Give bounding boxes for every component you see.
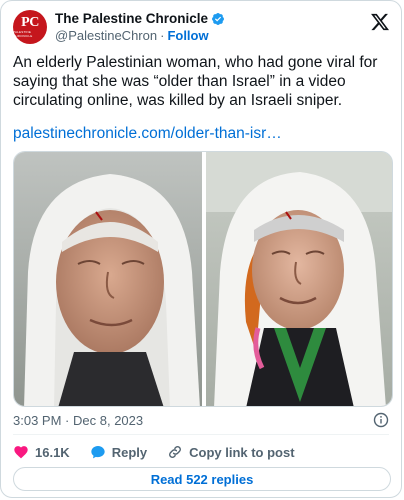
x-logo-icon[interactable] [369, 11, 391, 33]
reply-button[interactable]: Reply [90, 444, 147, 460]
photo-elderly-woman-right[interactable] [206, 152, 393, 407]
avatar-brand: PALESTINE CHRONICLE [13, 30, 33, 38]
read-replies-button[interactable]: Read 522 replies [13, 467, 391, 491]
timestamp-separator: · [65, 413, 70, 428]
timestamp[interactable]: 3:03 PM · Dec 8, 2023 [13, 413, 143, 428]
timestamp-date: Dec 8, 2023 [73, 413, 144, 428]
handle-row: @PalestineChron · Follow [55, 28, 225, 43]
like-button[interactable]: 16.1K [13, 444, 70, 460]
divider [13, 434, 389, 435]
avatar-initials: PC [21, 15, 39, 30]
follow-button[interactable]: Follow [167, 28, 208, 43]
photo-elderly-woman-left[interactable] [14, 152, 202, 407]
tweet-link[interactable]: palestinechronicle.com/older-than-isr… [13, 125, 282, 143]
tweet-text: An elderly Palestinian woman, who had go… [13, 54, 378, 109]
media-grid[interactable] [13, 151, 393, 407]
author-name-row: The Palestine Chronicle [55, 11, 225, 26]
timestamp-time: 3:03 PM [13, 413, 62, 428]
author-handle[interactable]: @PalestineChron [55, 28, 157, 43]
verified-badge-icon [211, 12, 225, 26]
copy-link-label: Copy link to post [189, 444, 295, 460]
reply-bubble-icon [91, 446, 105, 459]
info-icon[interactable] [373, 412, 389, 428]
link-icon [169, 446, 182, 458]
tweet-card: PC PALESTINE CHRONICLE The Palestine Chr… [0, 0, 402, 498]
author-block: The Palestine Chronicle @PalestineChron ·… [55, 11, 225, 43]
action-bar: 16.1K Reply Copy link to post [13, 443, 315, 461]
tweet-header: PC PALESTINE CHRONICLE The Palestine Chr… [13, 9, 391, 45]
heart-icon [14, 446, 28, 459]
handle-separator: · [160, 28, 165, 43]
author-name[interactable]: The Palestine Chronicle [55, 11, 208, 26]
reply-label: Reply [111, 444, 148, 460]
likes-count: 16.1K [35, 444, 70, 460]
copy-link-button[interactable]: Copy link to post [167, 444, 295, 460]
avatar[interactable]: PC PALESTINE CHRONICLE [13, 10, 47, 44]
